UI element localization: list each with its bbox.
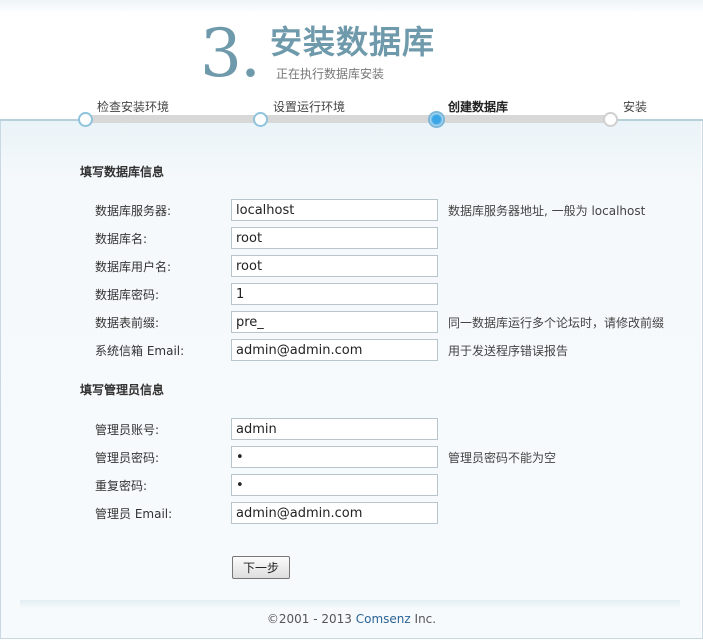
repeat-password-input[interactable]: [231, 474, 438, 496]
page-title: 安装数据库: [270, 23, 436, 61]
progress-bar: [84, 115, 610, 123]
db-password-input[interactable]: [231, 283, 438, 305]
label-db-host: 数据库服务器:: [95, 204, 172, 218]
page-subtitle: 正在执行数据库安装: [276, 67, 385, 81]
footer: ©2001 - 2013 Comsenz Inc.: [0, 611, 703, 627]
label-db-user: 数据库用户名:: [95, 260, 172, 274]
label-system-email: 系统信箱 Email:: [95, 344, 185, 358]
hint-db-host: 数据库服务器地址, 一般为 localhost: [448, 204, 646, 218]
system-email-input[interactable]: [231, 339, 438, 361]
step-label-check-env: 检查安装环境: [97, 100, 170, 114]
step-dot-current-icon: [428, 111, 445, 128]
label-admin-password: 管理员密码:: [95, 451, 160, 465]
label-admin-account: 管理员账号:: [95, 423, 160, 437]
db-user-input[interactable]: [231, 255, 438, 277]
hint-system-email: 用于发送程序错误报告: [448, 344, 569, 358]
label-db-name: 数据库名:: [95, 232, 148, 246]
footer-suffix: Inc.: [410, 612, 437, 626]
hint-table-prefix: 同一数据库运行多个论坛时，请修改前缀: [448, 316, 665, 330]
label-db-password: 数据库密码:: [95, 288, 160, 302]
footer-brand-link[interactable]: Comsenz: [356, 612, 411, 626]
admin-account-input[interactable]: [231, 418, 438, 440]
step-dot-pending-icon: [603, 112, 618, 127]
label-table-prefix: 数据表前缀:: [95, 316, 160, 330]
section-title-database: 填写数据库信息: [80, 165, 165, 179]
db-host-input[interactable]: [231, 199, 438, 221]
label-admin-email: 管理员 Email:: [95, 507, 173, 521]
label-repeat-password: 重复密码:: [95, 479, 148, 493]
next-step-button[interactable]: 下一步: [232, 556, 290, 579]
table-prefix-input[interactable]: [231, 311, 438, 333]
step-label-setup-env: 设置运行环境: [273, 100, 346, 114]
hint-admin-password: 管理员密码不能为空: [448, 451, 557, 465]
progress-track: [0, 111, 703, 128]
step-label-create-db: 创建数据库: [448, 100, 509, 114]
admin-email-input[interactable]: [231, 502, 438, 524]
step-dot-done-icon: [253, 112, 268, 127]
step-number: 3.: [200, 15, 261, 92]
step-label-install: 安装: [623, 100, 648, 114]
db-name-input[interactable]: [231, 227, 438, 249]
footer-band: [20, 600, 680, 608]
step-dot-done-icon: [78, 112, 93, 127]
section-title-admin: 填写管理员信息: [80, 383, 165, 397]
footer-copyright: ©2001 - 2013: [266, 612, 356, 626]
admin-password-input[interactable]: [231, 446, 438, 468]
